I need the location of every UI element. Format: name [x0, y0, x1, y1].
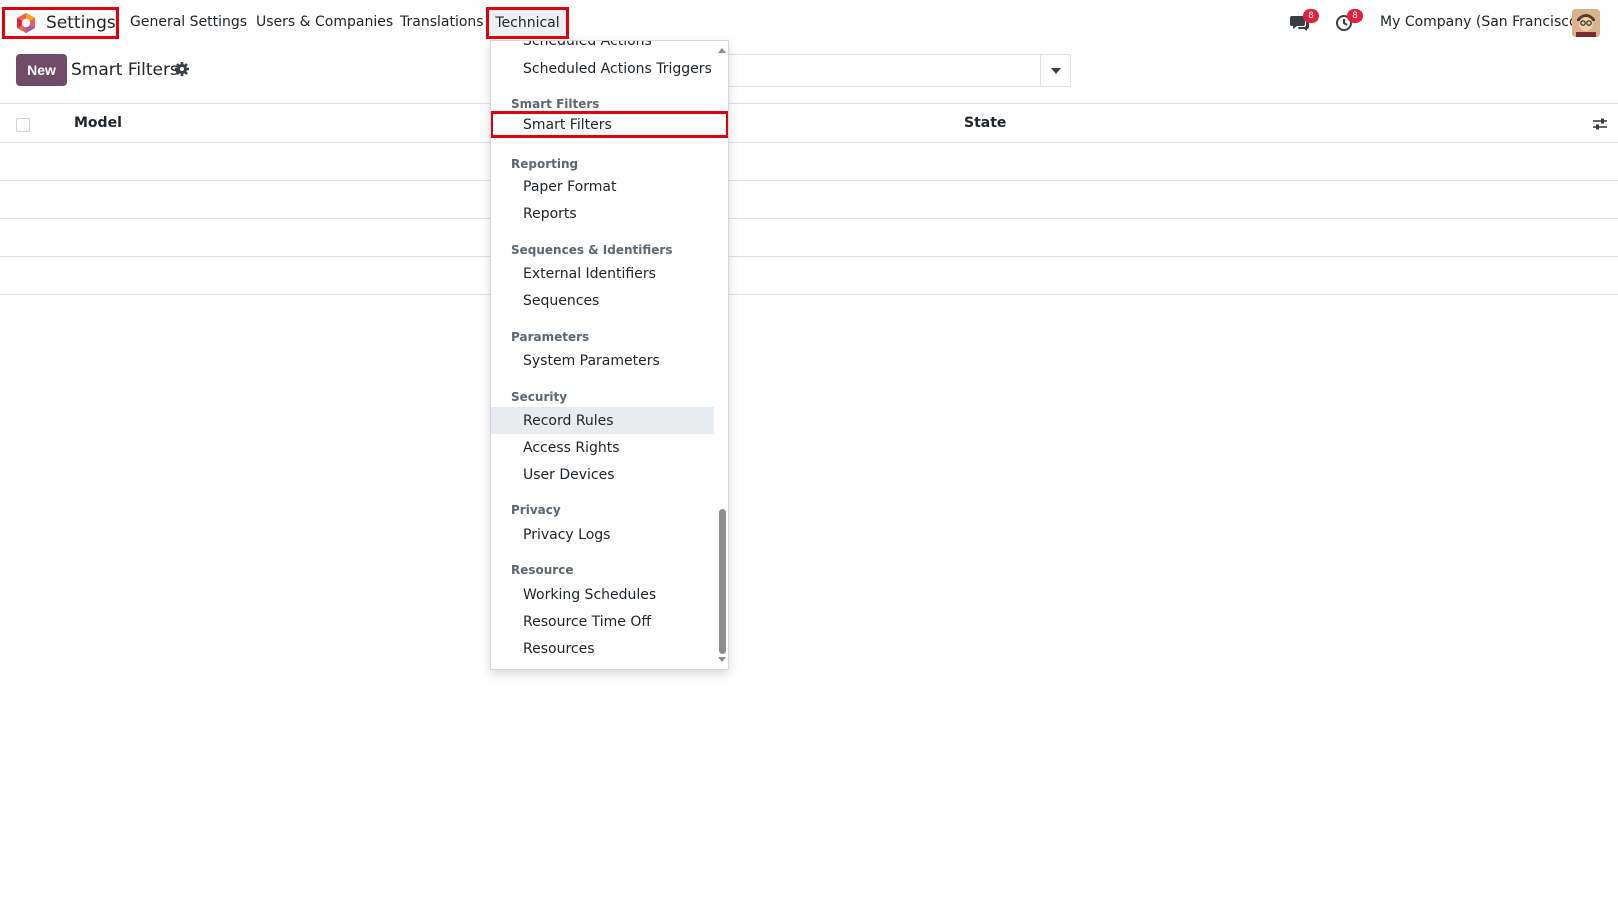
menu-item-privacy-logs[interactable]: Privacy Logs	[491, 521, 714, 548]
column-model[interactable]: Model	[74, 115, 122, 131]
menu-item-record-rules[interactable]: Record Rules	[491, 407, 714, 434]
top-navbar: Settings General Settings Users & Compan…	[0, 0, 1618, 46]
technical-dropdown-menu: Scheduled Actions Scheduled Actions Trig…	[490, 40, 729, 670]
scroll-up-arrow-icon[interactable]	[716, 45, 728, 55]
activities-badge: 8	[1347, 9, 1363, 23]
user-avatar[interactable]	[1572, 9, 1600, 37]
section-header-resource: Resource	[511, 563, 574, 577]
messages-button[interactable]: 8	[1289, 9, 1319, 33]
gear-icon[interactable]	[174, 61, 190, 77]
dropdown-list: Scheduled Actions Scheduled Actions Trig…	[491, 41, 728, 669]
table-row	[0, 143, 1618, 181]
scroll-down-arrow-icon[interactable]	[716, 655, 728, 665]
menu-item-resources[interactable]: Resources	[491, 635, 714, 662]
menu-item-sequences[interactable]: Sequences	[491, 287, 714, 314]
menu-technical[interactable]: Technical	[486, 7, 569, 39]
search-options-toggle[interactable]	[1040, 54, 1071, 87]
menu-item-paper-format[interactable]: Paper Format	[491, 173, 714, 200]
activities-button[interactable]: 8	[1333, 9, 1363, 33]
company-switcher[interactable]: My Company (San Francisco)	[1380, 14, 1583, 30]
menu-item-system-parameters[interactable]: System Parameters	[491, 347, 714, 374]
section-header-parameters: Parameters	[511, 330, 590, 344]
menu-users-companies[interactable]: Users & Companies	[256, 14, 393, 30]
search-input[interactable]	[700, 54, 1071, 87]
section-header-privacy: Privacy	[511, 503, 561, 517]
app-title: Settings	[46, 13, 116, 33]
section-header-security: Security	[511, 390, 568, 404]
menu-item-scheduled-actions[interactable]: Scheduled Actions	[491, 41, 714, 54]
menu-item-user-devices[interactable]: User Devices	[491, 461, 714, 488]
messages-badge: 8	[1303, 9, 1319, 23]
section-header-sequences: Sequences & Identifiers	[511, 243, 673, 257]
menu-translations[interactable]: Translations	[400, 14, 484, 30]
section-header-smart-filters: Smart Filters	[511, 97, 600, 111]
table-row	[0, 181, 1618, 219]
menu-item-working-schedules[interactable]: Working Schedules	[491, 581, 714, 608]
odoo-app-icon	[17, 13, 35, 33]
caret-down-icon	[1051, 67, 1061, 74]
new-button[interactable]: New	[16, 54, 67, 86]
menu-item-smart-filters[interactable]: Smart Filters	[491, 111, 728, 138]
avatar-icon	[1572, 9, 1600, 37]
section-header-reporting: Reporting	[511, 157, 579, 171]
menu-technical-label: Technical	[495, 15, 560, 31]
optional-columns-icon[interactable]	[1592, 117, 1608, 131]
menu-item-access-rights[interactable]: Access Rights	[491, 434, 714, 461]
app-brand[interactable]: Settings	[2, 7, 119, 39]
menu-item-reports[interactable]: Reports	[491, 200, 714, 227]
column-state[interactable]: State	[964, 115, 1006, 131]
select-all-checkbox[interactable]	[16, 118, 30, 132]
table-row	[0, 257, 1618, 295]
table-row	[0, 219, 1618, 257]
page-title: Smart Filters	[71, 60, 179, 80]
menu-item-resource-time-off[interactable]: Resource Time Off	[491, 608, 714, 635]
menu-general-settings[interactable]: General Settings	[130, 14, 247, 30]
list-header: Model State	[0, 103, 1618, 143]
menu-item-external-identifiers[interactable]: External Identifiers	[491, 260, 714, 287]
dropdown-scrollbar-thumb[interactable]	[719, 509, 726, 654]
menu-item-scheduled-actions-triggers[interactable]: Scheduled Actions Triggers	[491, 55, 714, 82]
